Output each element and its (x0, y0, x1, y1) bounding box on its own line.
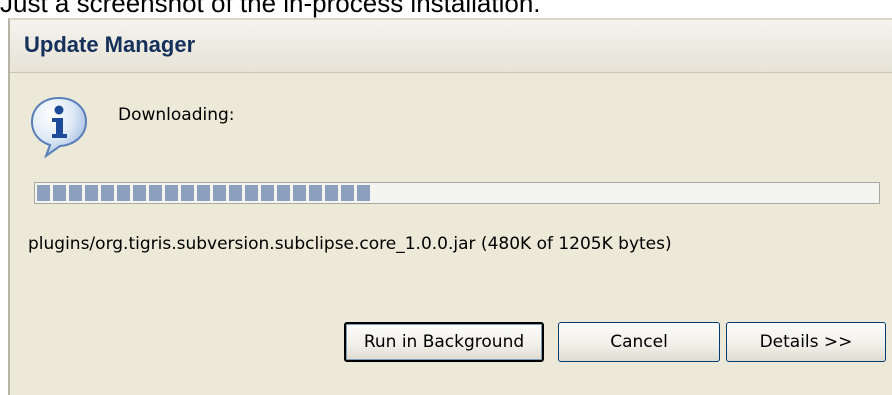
details-button[interactable]: Details >> (726, 322, 886, 362)
run-in-background-button[interactable]: Run in Background (344, 322, 544, 362)
screenshot-page: Just a screenshot of the in-process inst… (0, 0, 892, 395)
info-icon (30, 96, 88, 159)
cancel-button[interactable]: Cancel (558, 322, 720, 362)
dialog-title: Update Manager (24, 32, 196, 57)
dialog-titlebar: Update Manager (10, 20, 892, 73)
downloading-label: Downloading: (118, 105, 235, 125)
update-manager-dialog: Update Manager Downloading: plugins/org.… (8, 18, 892, 395)
progress-fill (37, 185, 373, 201)
page-caption: Just a screenshot of the in-process inst… (0, 0, 541, 18)
download-file-status: plugins/org.tigris.subversion.subclipse.… (28, 234, 672, 254)
download-progress-bar (34, 182, 880, 204)
